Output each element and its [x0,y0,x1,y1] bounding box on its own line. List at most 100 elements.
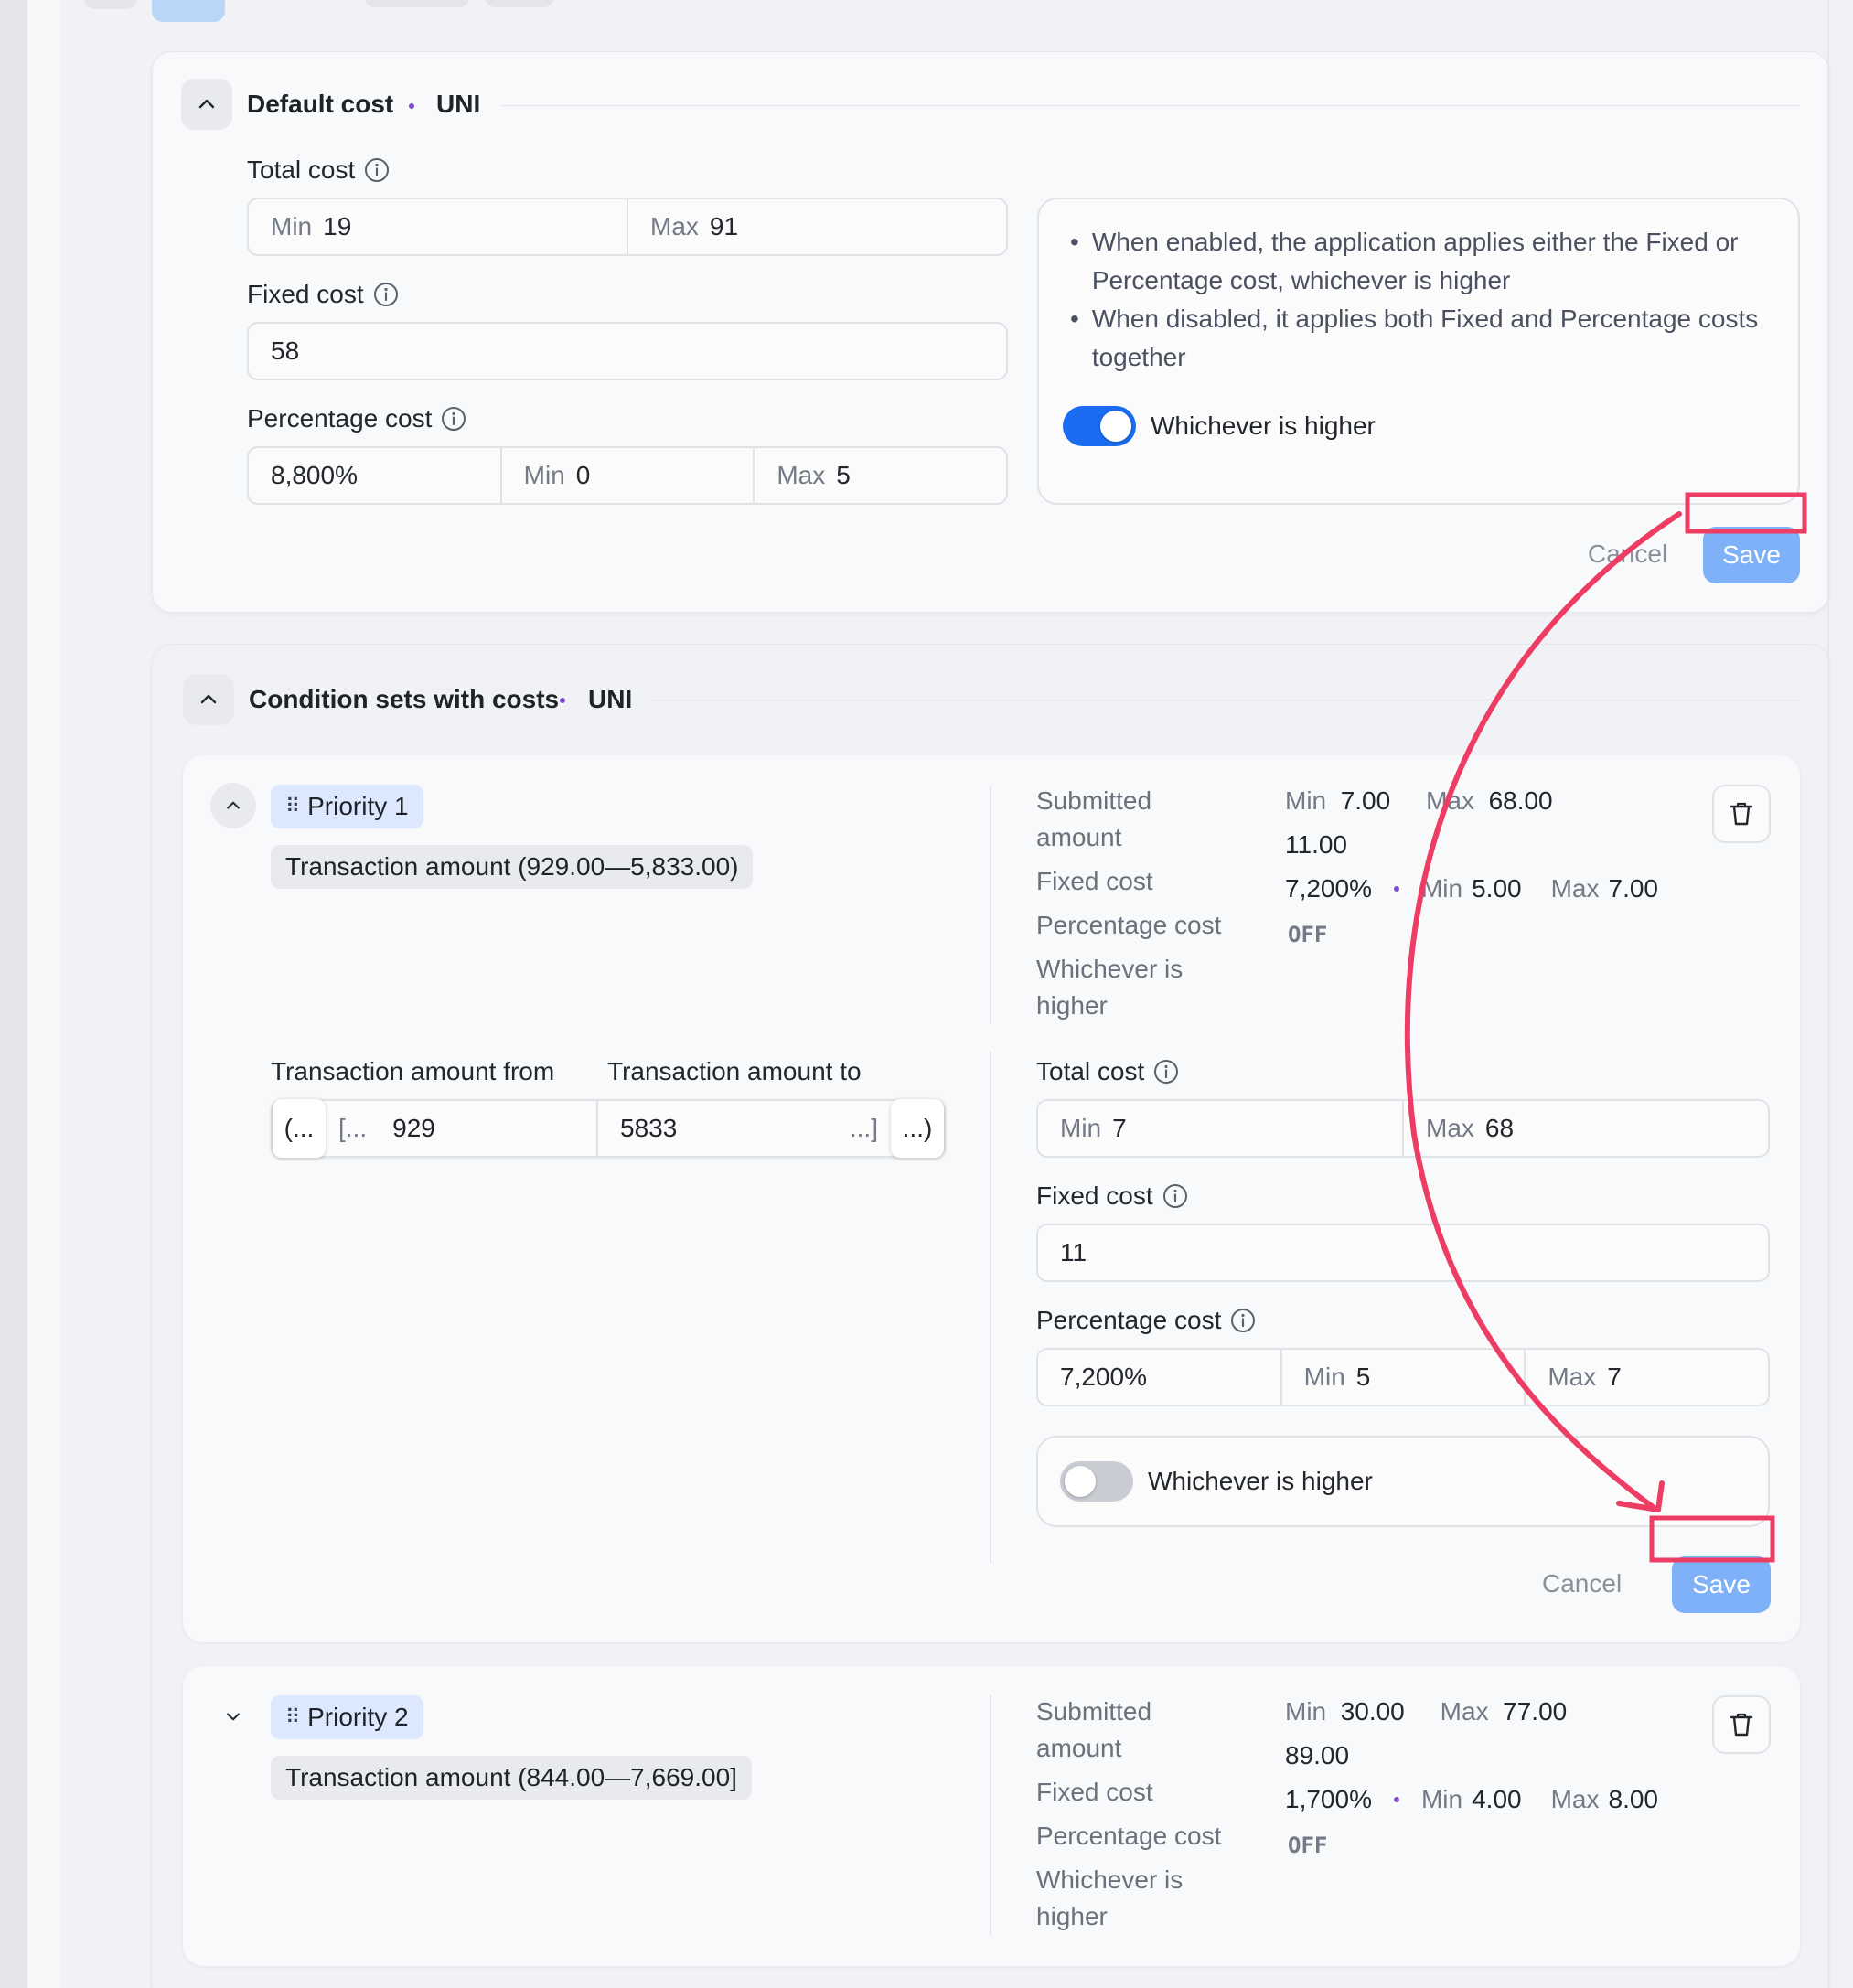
top-tab-stub [84,0,137,9]
default-cost-cancel-button[interactable]: Cancel [1588,540,1667,569]
drag-handle-icon[interactable]: ⠿ [285,1705,300,1729]
delete-priority-1-button[interactable] [1712,785,1771,843]
p1-percentage: 7,200% [1060,1363,1147,1391]
priority-tag-label: Priority 1 [307,792,409,820]
summary-percentage: 7,200% [1285,874,1372,903]
expand-priority-2-button[interactable] [210,1694,256,1739]
max-prefix: Max [1426,786,1474,815]
submitted-amount-label: Submitted amount [1036,786,1152,851]
total-max-value: 91 [709,212,739,240]
chevron-up-icon [198,99,215,109]
p1-percentage-input[interactable]: 7,200% [1038,1350,1280,1405]
submitted-amount-value: Min 30.00 Max 77.00 [1285,1697,1567,1726]
info-icon[interactable] [1153,1059,1179,1085]
p1-fixed-cost: 11 [1060,1238,1087,1267]
p1-fixed-cost-input[interactable]: 11 [1038,1225,1768,1280]
sidebar-gutter [27,0,60,1988]
submitted-amount-label: Submitted amount [1036,1697,1152,1762]
percentage-cost-summary-label: Percentage cost [1036,911,1222,939]
total-min-value: 19 [323,212,352,240]
trash-icon [1730,1713,1753,1737]
p1-percentage-max-input[interactable]: Max 7 [1524,1350,1768,1405]
separator-dot [409,103,414,109]
percentage-value: 8,800% [271,461,358,489]
default-cost-save-button[interactable]: Save [1703,527,1800,583]
to-value: 5833 [620,1114,678,1142]
min-prefix: Min [271,212,313,240]
fixed-cost-field: 58 [247,322,1008,380]
top-tab-active-stub[interactable] [152,0,225,22]
left-open-bracket-button[interactable]: (... [273,1099,326,1158]
collapse-condition-sets-button[interactable] [183,674,234,725]
whichever-summary-value: OFF [1288,1833,1328,1858]
fixed-cost-input[interactable]: 58 [249,324,1006,379]
max-prefix: Max [1426,1114,1474,1142]
percentage-min-input[interactable]: Min 0 [499,448,754,503]
transaction-from-label: Transaction amount from [271,1057,555,1085]
fixed-cost-label-text: Fixed cost [247,280,364,308]
p1-pct-max: 7 [1607,1363,1622,1391]
p1-total-max: 68 [1484,1114,1515,1142]
fixed-cost-summary-value: 89.00 [1285,1741,1350,1769]
max-prefix: Max [1548,1363,1597,1391]
whichever-toggle-label: Whichever is higher [1151,411,1376,440]
info-icon[interactable] [364,157,390,183]
p1-save-button[interactable]: Save [1672,1556,1771,1613]
info-icon[interactable] [441,406,466,432]
info-icon[interactable] [373,282,399,307]
info-bullet-text: When disabled, it applies both Fixed and… [1091,305,1759,371]
summary-pct-max: 7.00 [1608,874,1659,903]
priority-tag-label: Priority 2 [307,1703,409,1731]
transaction-to-input[interactable]: 5833 ...] [598,1101,891,1156]
fixed-cost-value: 58 [271,337,300,365]
info-icon[interactable] [1162,1183,1188,1209]
p1-whichever-box: Whichever is higher [1036,1436,1770,1527]
delete-priority-2-button[interactable] [1712,1695,1771,1754]
p1-total-min-input[interactable]: Min 7 [1038,1101,1402,1156]
from-value: 929 [392,1114,435,1142]
summary-pct-min: 4.00 [1472,1785,1522,1813]
condition-chip: Transaction amount (844.00—7,669.00] [271,1756,752,1800]
info-icon[interactable] [1230,1308,1256,1333]
default-cost-title: Default cost [247,90,394,118]
percentage-max-input[interactable]: Max 5 [753,448,1006,503]
min-prefix: Min [1285,1697,1327,1726]
p1-cancel-button[interactable]: Cancel [1542,1569,1622,1598]
p1-total-max-input[interactable]: Max 68 [1402,1101,1768,1156]
summary-divider [990,786,991,1024]
chevron-up-icon [227,801,240,809]
p1-whichever-toggle[interactable] [1060,1461,1133,1502]
p1-total-min: 7 [1112,1114,1127,1142]
collapse-priority-1-button[interactable] [210,783,256,828]
toggle-knob [1100,411,1131,442]
percentage-cost-summary-value: 1,700% Min 4.00 Max 8.00 [1285,1785,1658,1814]
priority-1-tag[interactable]: ⠿ Priority 1 [271,785,423,828]
percentage-cost-summary-label: Percentage cost [1036,1822,1222,1850]
submitted-min: 7.00 [1340,786,1391,815]
pct-max-value: 5 [836,461,851,489]
title-divider [501,105,1800,106]
whichever-toggle[interactable] [1063,406,1136,446]
priority-2-tag[interactable]: ⠿ Priority 2 [271,1695,423,1739]
p1-percentage-min-input[interactable]: Min 5 [1280,1350,1525,1405]
collapse-default-cost-button[interactable] [181,79,232,130]
p1-total-cost-field: Min 7 Max 68 [1036,1099,1770,1158]
min-prefix: Min [1420,1785,1463,1813]
total-cost-max-input[interactable]: Max 91 [627,199,1006,254]
right-open-bracket-button[interactable]: ...) [891,1099,944,1158]
submitted-amount-value: Min 7.00 Max 68.00 [1285,786,1553,816]
sidebar-edge [0,0,27,1988]
total-cost-min-input[interactable]: Min 19 [249,199,627,254]
p1-pct-min: 5 [1355,1363,1371,1391]
max-prefix: Max [1440,1697,1489,1726]
percentage-cost-summary-value: 7,200% Min 5.00 Max 7.00 [1285,874,1658,903]
percentage-input[interactable]: 8,800% [249,448,500,503]
submitted-max: 77.00 [1503,1697,1568,1726]
max-prefix: Max [650,212,699,240]
transaction-from-input[interactable]: [... 929 [326,1101,596,1156]
separator-dot [1393,1797,1399,1802]
drag-handle-icon[interactable]: ⠿ [285,795,300,818]
trash-icon [1730,802,1753,826]
whichever-summary-value: OFF [1288,922,1328,947]
condition-sets-currency: UNI [588,685,633,713]
